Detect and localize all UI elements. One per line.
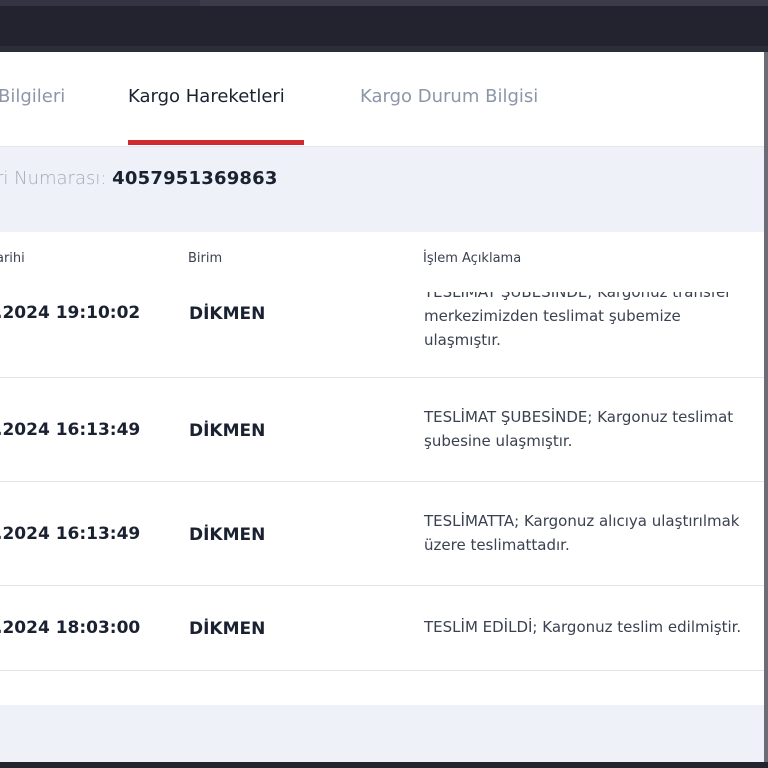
- column-header-unit: Birim: [188, 251, 223, 266]
- shipment-detail-panel: Bilgileri Kargo Hareketleri Kargo Durum …: [0, 52, 768, 762]
- row-divider: [0, 585, 764, 586]
- active-tab-indicator: [128, 140, 304, 145]
- column-header-description: İşlem Açıklama: [423, 251, 522, 266]
- row-description: TESLİMAT ŞUBESİNDE; Kargonuz teslimat şu…: [424, 408, 734, 450]
- row-unit: DİKMEN: [189, 304, 266, 324]
- reference-label: ri Numarası:: [0, 168, 107, 189]
- row-date: .2024 19:10:02: [0, 303, 141, 323]
- tab-kargo-hareketleri[interactable]: Kargo Hareketleri: [128, 86, 285, 107]
- row-description: TESLİMAT ŞUBESİNDE; Kargonuz transfer me…: [424, 292, 732, 349]
- table-body[interactable]: .2024 19:10:02 DİKMEN TESLİMAT ŞUBESİNDE…: [0, 292, 764, 705]
- browser-tab-strip: [200, 0, 768, 6]
- row-divider: [0, 670, 764, 671]
- column-header-date: arihi: [0, 251, 25, 266]
- tab-bilgileri[interactable]: Bilgileri: [0, 86, 65, 107]
- tab-bar: Bilgileri Kargo Hareketleri Kargo Durum …: [0, 52, 764, 147]
- row-date: .2024 16:13:49: [0, 524, 141, 544]
- reference-value: 4057951369863: [112, 168, 278, 189]
- bottom-edge: [0, 762, 768, 768]
- row-divider: [0, 377, 764, 378]
- movements-table: arihi Birim İşlem Açıklama .2024 19:10:0…: [0, 232, 764, 705]
- row-date: .2024 18:03:00: [0, 618, 141, 638]
- row-unit: DİKMEN: [189, 525, 266, 545]
- reference-number: ri Numarası: 4057951369863: [0, 168, 278, 189]
- row-description: TESLİMATTA; Kargonuz alıcıya ulaştırılma…: [424, 512, 740, 554]
- row-divider: [0, 481, 764, 482]
- row-unit: DİKMEN: [189, 619, 266, 639]
- row-description: TESLİM EDİLDİ; Kargonuz teslim edilmişti…: [424, 618, 742, 636]
- row-unit: DİKMEN: [189, 421, 266, 441]
- row-date: .2024 16:13:49: [0, 420, 141, 440]
- browser-top-bar: [0, 0, 768, 52]
- tab-kargo-durum-bilgisi[interactable]: Kargo Durum Bilgisi: [360, 86, 538, 107]
